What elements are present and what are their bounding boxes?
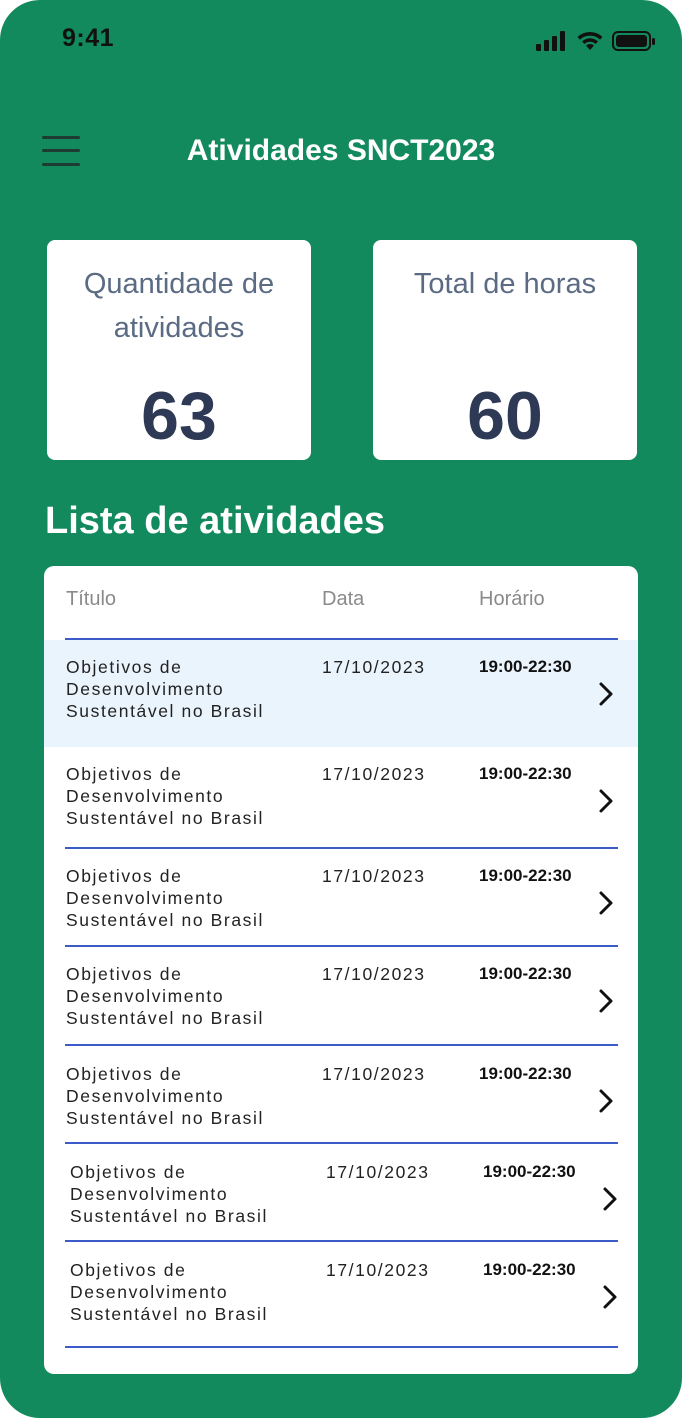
row-time: 19:00-22:30 [483, 1260, 576, 1279]
row-title: Objetivos de Desenvolvimento Sustentável… [70, 1162, 268, 1226]
list-item[interactable]: Objetivos de Desenvolvimento Sustentável… [44, 640, 638, 747]
row-time: 19:00-22:30 [479, 1064, 572, 1083]
row-title: Objetivos de Desenvolvimento Sustentável… [66, 657, 264, 721]
list-item[interactable]: Objetivos de Desenvolvimento Sustentável… [44, 849, 638, 947]
row-title: Objetivos de Desenvolvimento Sustentável… [70, 1260, 268, 1324]
row-date: 17/10/2023 [322, 964, 426, 984]
stat-label: Total de horas [413, 268, 597, 300]
list-title: Lista de atividades [45, 500, 386, 542]
chevron-right-icon[interactable] [600, 1185, 620, 1213]
chevron-right-icon[interactable] [600, 1283, 620, 1311]
activity-list: Título Data Horário Objetivos de Desenvo… [44, 566, 638, 1374]
row-time: 19:00-22:30 [479, 866, 572, 885]
row-date: 17/10/2023 [322, 1064, 426, 1084]
list-item[interactable]: Objetivos de Desenvolvimento Sustentável… [44, 947, 638, 1047]
chevron-right-icon[interactable] [596, 680, 616, 708]
row-title: Objetivos de Desenvolvimento Sustentável… [66, 866, 264, 930]
stat-value: 60 [467, 378, 543, 454]
phone-screen: 9:41 Atividades SNCT2023 Quantidade de a… [0, 0, 682, 1418]
list-item[interactable]: Objetivos de Desenvolvimento Sustentável… [44, 1243, 638, 1348]
row-date: 17/10/2023 [322, 657, 426, 677]
chevron-right-icon[interactable] [596, 987, 616, 1015]
row-date: 17/10/2023 [326, 1162, 430, 1182]
stat-card-hours: Total de horas 60 [373, 240, 637, 460]
stat-label: Quantidade de atividades [83, 268, 275, 344]
list-item[interactable]: Objetivos de Desenvolvimento Sustentável… [44, 1047, 638, 1145]
row-title: Objetivos de Desenvolvimento Sustentável… [66, 1064, 264, 1128]
chevron-right-icon[interactable] [596, 1087, 616, 1115]
row-title: Objetivos de Desenvolvimento Sustentável… [66, 764, 264, 828]
wifi-icon [577, 31, 603, 50]
row-time: 19:00-22:30 [479, 964, 572, 983]
status-icons [536, 30, 656, 52]
signal-icon [536, 31, 565, 51]
row-date: 17/10/2023 [322, 764, 426, 784]
column-header-title: Título [66, 588, 117, 610]
row-time: 19:00-22:30 [479, 764, 572, 783]
list-item[interactable]: Objetivos de Desenvolvimento Sustentável… [44, 1145, 638, 1243]
page-title: Atividades SNCT2023 [186, 134, 496, 167]
row-date: 17/10/2023 [322, 866, 426, 886]
stat-card-activities: Quantidade de atividades 63 [47, 240, 311, 460]
column-header-time: Horário [479, 588, 545, 610]
row-date: 17/10/2023 [326, 1260, 430, 1280]
list-item[interactable]: Objetivos de Desenvolvimento Sustentável… [44, 747, 638, 849]
status-time: 9:41 [62, 24, 115, 52]
stat-value: 63 [141, 378, 217, 454]
row-title: Objetivos de Desenvolvimento Sustentável… [66, 964, 264, 1028]
chevron-right-icon[interactable] [596, 889, 616, 917]
row-time: 19:00-22:30 [479, 657, 572, 676]
chevron-right-icon[interactable] [596, 787, 616, 815]
battery-icon [612, 31, 655, 51]
column-header-date: Data [322, 588, 365, 610]
row-time: 19:00-22:30 [483, 1162, 576, 1181]
